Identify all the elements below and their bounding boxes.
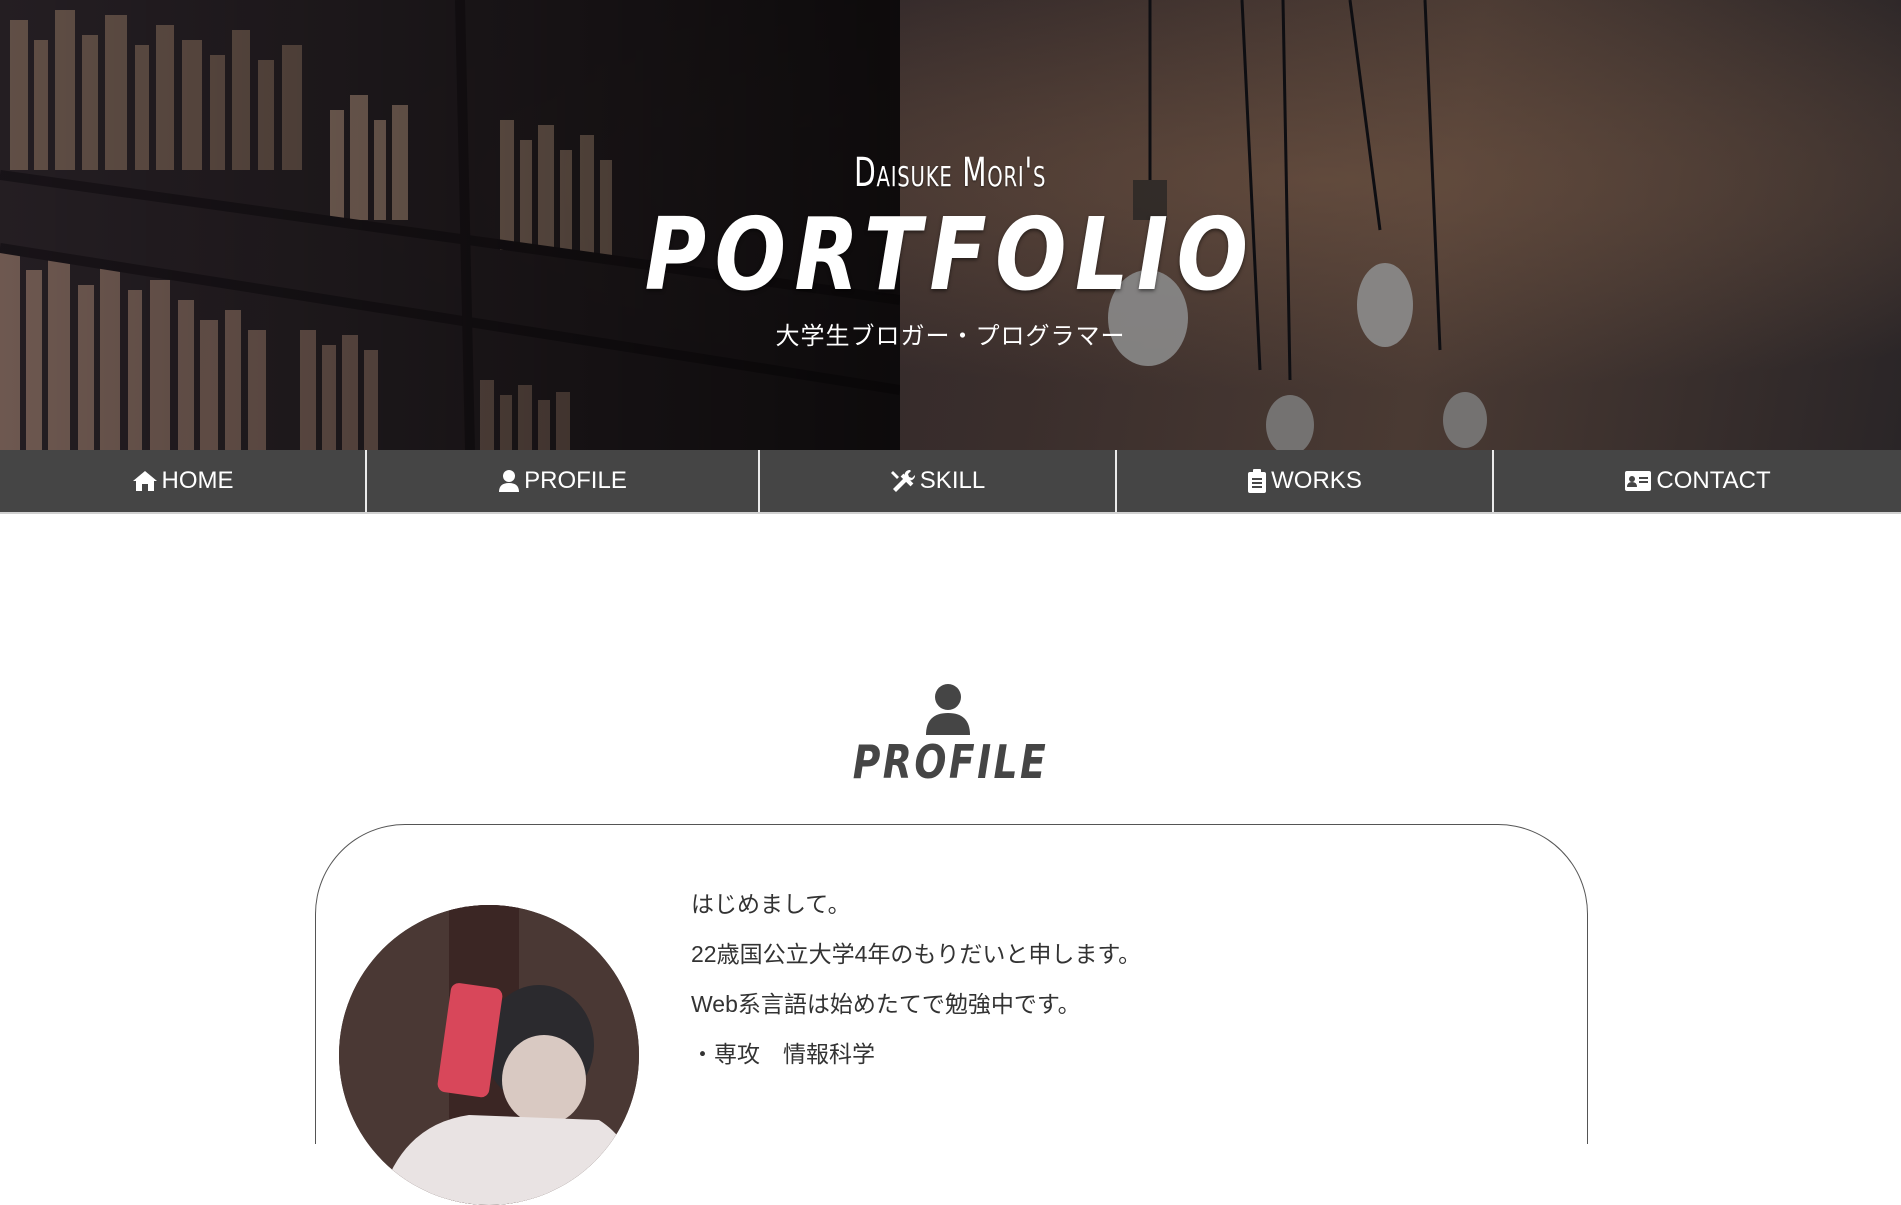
nav-divider (0, 512, 1901, 514)
clipboard-icon (1248, 469, 1267, 493)
nav-item-profile[interactable]: PROFILE (367, 450, 760, 512)
bio-line: 22歳国公立大学4年のもりだいと申します。 (691, 941, 1142, 967)
hero-title-block: Daisuke Mori's PORTFOLIO 大学生ブロガー・プログラマー (0, 150, 1901, 351)
nav-label: HOME (161, 467, 234, 494)
nav-item-contact[interactable]: CONTACT (1494, 450, 1901, 512)
nav-label: SKILL (919, 467, 986, 494)
tools-icon (890, 469, 915, 492)
nav-item-skill[interactable]: SKILL (760, 450, 1117, 512)
site-title: PORTFOLIO (644, 196, 1257, 313)
avatar (339, 905, 639, 1205)
nav-label: WORKS (1271, 467, 1362, 494)
nav-label: PROFILE (524, 467, 627, 494)
bio-line: ・専攻 情報科学 (691, 1041, 875, 1067)
nav-item-works[interactable]: WORKS (1117, 450, 1494, 512)
nav-item-home[interactable]: HOME (0, 450, 367, 512)
avatar-photo (339, 905, 639, 1205)
user-icon (926, 684, 970, 735)
user-icon (499, 470, 520, 492)
bio-line: はじめまして。 (691, 891, 851, 917)
nav-label: CONTACT (1656, 467, 1771, 494)
bio-line: Web系言語は始めたてで勉強中です。 (691, 991, 1081, 1017)
hero-banner: Daisuke Mori's PORTFOLIO 大学生ブロガー・プログラマー (0, 0, 1901, 450)
id-card-icon (1625, 471, 1652, 491)
home-icon (132, 471, 157, 491)
tagline: 大学生ブロガー・プログラマー (775, 323, 1126, 350)
owner-name: Daisuke Mori's (854, 150, 1047, 196)
main-nav: HOME PROFILE SKILL WORKS CONTACT (0, 450, 1901, 512)
section-title-profile: PROFILE (852, 735, 1049, 789)
profile-bio: はじめまして。 22歳国公立大学4年のもりだいと申します。 Web系言語は始めた… (691, 890, 1551, 1090)
